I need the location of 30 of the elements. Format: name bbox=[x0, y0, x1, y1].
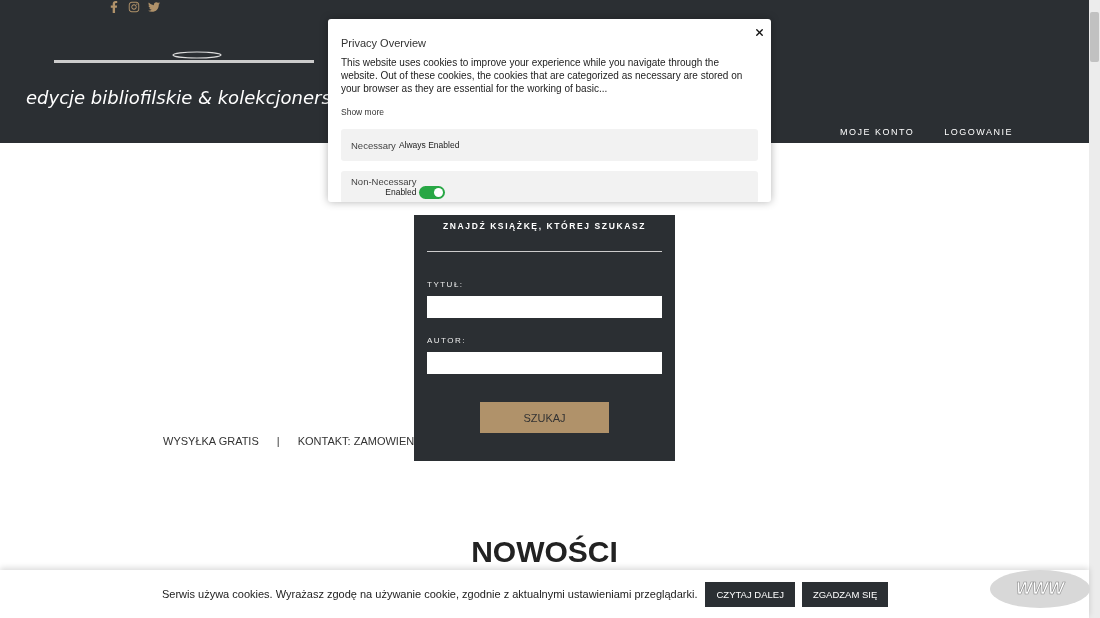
info-text: KONTAKT: ZAMOWIEN bbox=[297, 435, 415, 447]
toggle-switch[interactable] bbox=[419, 185, 446, 199]
nav-link[interactable]: MOJE KONTO bbox=[839, 127, 915, 137]
twitter-icon[interactable] bbox=[148, 1, 160, 13]
cookie-button[interactable]: ZGADZAM SIĘ bbox=[801, 581, 889, 607]
cookie-text: Serwis używa cookies. Wyrażasz zgodę na używanie cookie, zgodnie z aktualnymi ustawieniami przeglądarki. bbox=[162, 588, 698, 600]
section-heading: NOWOŚCI bbox=[470, 535, 619, 569]
input-field[interactable] bbox=[427, 296, 662, 318]
category-name: Necessary bbox=[351, 139, 396, 151]
panel-title: ZNAJDŹ KSIĄŻKĘ, KTÓREJ SZUKASZ bbox=[442, 221, 647, 231]
nav-link[interactable]: LOGOWANIE bbox=[944, 127, 1013, 137]
field-label: TYTUŁ: bbox=[427, 280, 465, 289]
dialog-text: This website uses cookies to improve your experience while you navigate through the website. Out of these cookies, the cookies that are categorized as necessary are stored on your browser as they are essential for the working of basic... bbox=[341, 56, 744, 95]
input-field[interactable] bbox=[427, 352, 662, 374]
field-label: AUTOR: bbox=[427, 336, 468, 345]
cookie-category[interactable]: Necessary Always Enabled bbox=[341, 129, 758, 161]
cookie-button[interactable]: CZYTAJ DALEJ bbox=[705, 581, 795, 607]
dialog-title: Privacy Overview bbox=[341, 37, 427, 49]
category-status: Enabled bbox=[385, 187, 417, 197]
facebook-icon[interactable] bbox=[108, 1, 120, 13]
category-name: Non-Necessary bbox=[351, 177, 417, 187]
instagram-icon[interactable] bbox=[128, 1, 140, 13]
info-text: | bbox=[276, 435, 280, 447]
close-button[interactable] bbox=[754, 27, 765, 38]
category-status: Always Enabled bbox=[398, 140, 460, 150]
cookie-category[interactable]: Non-Necessary Enabled bbox=[341, 171, 758, 202]
scrollbar[interactable] bbox=[1089, 0, 1100, 618]
search-button[interactable]: SZUKAJ bbox=[480, 402, 609, 433]
show-more-link[interactable]: Show more bbox=[341, 107, 384, 117]
info-text: WYSYŁKA GRATIS bbox=[163, 435, 259, 447]
